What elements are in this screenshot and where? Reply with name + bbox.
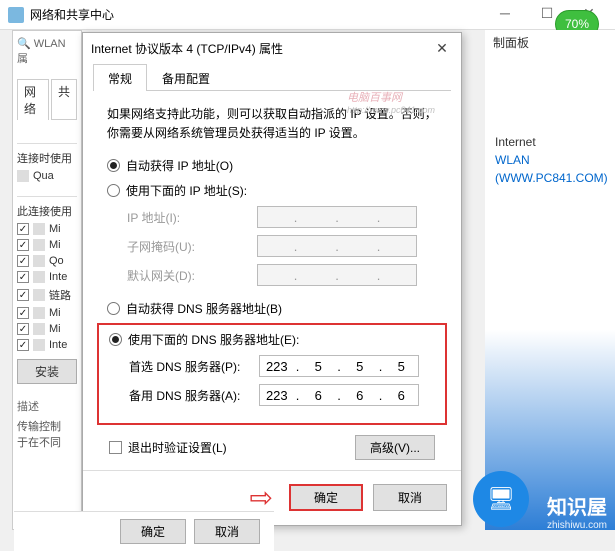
install-button[interactable]: 安装 [17, 359, 77, 384]
radio-manual-dns[interactable]: 使用下面的 DNS 服务器地址(E): [109, 331, 435, 348]
alternate-dns-input[interactable]: 223. 6. 6. 6 [259, 384, 419, 406]
tab-share-back[interactable]: 共 [51, 79, 77, 120]
radio-icon [107, 184, 120, 197]
radio-icon [107, 302, 120, 315]
pc841-link[interactable]: (WWW.PC841.COM) [495, 171, 605, 185]
checkbox-icon[interactable]: ✓ [17, 223, 29, 235]
radio-auto-ip[interactable]: 自动获得 IP 地址(O) [107, 157, 437, 174]
tab-general[interactable]: 常规 [93, 64, 147, 91]
parent-window-title: 网络和共享中心 [30, 6, 114, 23]
right-sidebar: 制面板 Internet WLAN (WWW.PC841.COM) [485, 30, 615, 530]
gateway-input: ... [257, 264, 417, 286]
preferred-dns-input[interactable]: 223. 5. 5. 5 [259, 355, 419, 377]
checkbox-icon [109, 441, 122, 454]
validate-checkbox[interactable]: 退出时验证设置(L) [109, 439, 227, 456]
gateway-label: 默认网关(D): [127, 267, 257, 284]
ok-button[interactable]: 确定 [289, 484, 363, 511]
radio-icon [107, 159, 120, 172]
list-label: 此连接使用 [17, 196, 77, 219]
parent-window-titlebar: 网络和共享中心 ─ ☐ ✕ [0, 0, 615, 30]
alternate-dns-label: 备用 DNS 服务器(A): [129, 387, 259, 404]
subnet-mask-input: ... [257, 235, 417, 257]
preferred-dns-label: 首选 DNS 服务器(P): [129, 358, 259, 375]
tab-alternate[interactable]: 备用配置 [147, 64, 225, 91]
monitor-icon: 🖥 [473, 471, 529, 527]
brand-logo: 知识屋 zhishiwu.com [547, 491, 607, 531]
advanced-button[interactable]: 高级(V)... [355, 435, 435, 460]
radio-manual-ip[interactable]: 使用下面的 IP 地址(S): [107, 182, 437, 199]
search-icon: 🔍 [17, 38, 31, 50]
cancel-button[interactable]: 取消 [373, 484, 447, 511]
adapter-icon [17, 170, 29, 182]
intro-text: 如果网络支持此功能，则可以获取自动指派的 IP 设置。否则，你需要从网络系统管理… [107, 105, 437, 143]
back-ok-button[interactable]: 确定 [120, 519, 186, 544]
dialog-title: Internet 协议版本 4 (TCP/IPv4) 属性 [91, 40, 283, 57]
internet-label: Internet [495, 135, 605, 149]
close-icon[interactable]: ✕ [431, 40, 453, 57]
network-icon [8, 7, 24, 23]
ipv4-properties-dialog: Internet 协议版本 4 (TCP/IPv4) 属性 ✕ 常规 备用配置 … [82, 32, 462, 526]
desc-label: 描述 [17, 398, 77, 414]
ip-address-label: IP 地址(I): [127, 209, 257, 226]
subnet-mask-label: 子网掩码(U): [127, 238, 257, 255]
dns-highlight-box: 使用下面的 DNS 服务器地址(E): 首选 DNS 服务器(P): 223. … [97, 323, 447, 425]
radio-auto-dns[interactable]: 自动获得 DNS 服务器地址(B) [107, 300, 437, 317]
wlan-dialog-buttons: 确定 取消 [14, 511, 274, 551]
wlan-properties-backdrop: 🔍 WLAN 属 网络 共 连接时使用 Qua 此连接使用 ✓Mi ✓Mi ✓Q… [12, 30, 82, 530]
minimize-icon[interactable]: ─ [485, 0, 525, 26]
conn-label: 连接时使用 [17, 143, 77, 166]
radio-icon [109, 333, 122, 346]
ip-address-input: ... [257, 206, 417, 228]
back-cancel-button[interactable]: 取消 [194, 519, 260, 544]
arrow-right-icon: ⇨ [250, 481, 273, 514]
wlan-link[interactable]: WLAN [495, 153, 605, 167]
tab-network-back[interactable]: 网络 [17, 79, 49, 120]
